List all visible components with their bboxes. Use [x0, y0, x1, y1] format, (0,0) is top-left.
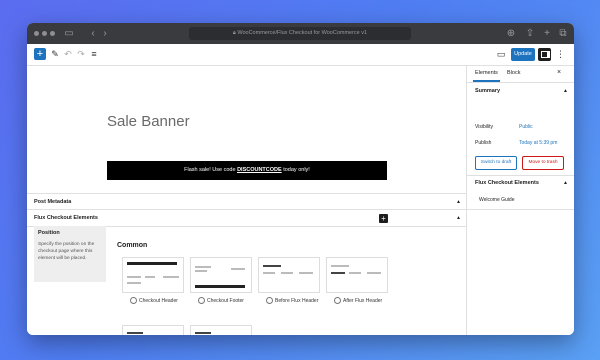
editor-toolbar: + ✎ ↶ ↷ ≡ ▭ Update ⋮: [27, 44, 574, 66]
thumb-line: [145, 276, 155, 278]
settings-panel-button[interactable]: [538, 48, 551, 61]
undo-icon[interactable]: ↶: [62, 48, 74, 60]
flux-elements-heading[interactable]: Flux Checkout Elements: [475, 180, 539, 186]
settings-sidebar: Elements Block × Summary ▲ Visibility Pu…: [467, 66, 574, 335]
add-block-button[interactable]: +: [34, 48, 46, 60]
banner-code: DISCOUNTCODE: [237, 167, 282, 173]
banner-prefix: Flash sale! Use code: [184, 167, 238, 173]
thumb-line: [195, 270, 207, 272]
reader-icon[interactable]: ⊕: [505, 28, 517, 40]
radio-icon[interactable]: [266, 297, 273, 304]
position-panel: Position Specify the position on the che…: [34, 226, 106, 282]
visibility-value[interactable]: Public: [519, 124, 533, 130]
divider: [467, 82, 574, 83]
flash-sale-banner[interactable]: Flash sale! Use code DISCOUNTCODE today …: [107, 161, 387, 180]
preview-icon[interactable]: ▭: [495, 48, 507, 60]
document-overview-icon[interactable]: ≡: [88, 48, 100, 60]
card-thumbnail: [122, 257, 184, 293]
divider: [467, 175, 574, 176]
chevron-up-icon[interactable]: ▲: [456, 194, 461, 210]
browser-window: ▭ ‹ › 🔒︎ WooCommerce/Flux Checkout for W…: [27, 23, 574, 335]
tab-block[interactable]: Block: [507, 70, 520, 76]
card-thumbnail: [190, 325, 252, 335]
position-title: Position: [38, 230, 60, 236]
visibility-label: Visibility: [475, 124, 493, 130]
card-thumbnail: [258, 257, 320, 293]
divider: [467, 209, 574, 210]
redo-icon[interactable]: ↷: [75, 48, 87, 60]
card-label: Before Flux Header: [266, 297, 318, 304]
position-description: Specify the position on the checkout pag…: [38, 242, 95, 261]
post-metadata-label: Post Metadata: [34, 199, 72, 205]
summary-heading[interactable]: Summary: [475, 88, 500, 94]
edit-pencil-icon[interactable]: ✎: [49, 48, 61, 60]
browser-titlebar: ▭ ‹ › 🔒︎ WooCommerce/Flux Checkout for W…: [27, 23, 574, 44]
thumb-line: [281, 272, 293, 274]
card-thumbnail: [326, 257, 388, 293]
thumb-line: [195, 332, 211, 334]
thumb-line: [127, 276, 141, 278]
tab-overview-icon[interactable]: ⧉: [557, 28, 569, 40]
chevron-up-icon[interactable]: ▲: [563, 180, 568, 186]
maximize-window-dot[interactable]: [50, 31, 55, 36]
back-icon[interactable]: ‹: [87, 28, 99, 40]
card-thumbnail: [190, 257, 252, 293]
thumb-line: [195, 266, 211, 268]
sidebar-toggle-icon[interactable]: ▭: [63, 28, 75, 40]
position-card[interactable]: [122, 325, 184, 335]
card-label: Checkout Header: [130, 297, 178, 304]
close-icon[interactable]: ×: [557, 69, 561, 76]
card-thumbnail: [122, 325, 184, 335]
chevron-up-icon[interactable]: ▲: [456, 210, 461, 226]
close-window-dot[interactable]: [34, 31, 39, 36]
switch-to-draft-button[interactable]: Switch to draft: [475, 156, 517, 170]
position-card[interactable]: Checkout Footer: [190, 257, 252, 305]
editor-canvas: Sale Banner Flash sale! Use code DISCOUN…: [27, 66, 467, 335]
thumb-line: [127, 332, 143, 334]
thumb-bar: [195, 285, 245, 288]
thumb-bar: [127, 262, 177, 265]
card-label: Checkout Footer: [198, 297, 244, 304]
publish-value[interactable]: Today at 5:39 pm: [519, 140, 557, 146]
post-title[interactable]: Sale Banner: [107, 113, 190, 130]
thumb-line: [331, 272, 345, 274]
common-heading: Common: [117, 242, 148, 249]
share-icon[interactable]: ⇪: [524, 28, 536, 40]
banner-suffix: today only!: [281, 167, 310, 173]
flux-elements-section[interactable]: Flux Checkout Elements ▲: [27, 209, 466, 227]
radio-icon[interactable]: [334, 297, 341, 304]
position-card[interactable]: [190, 325, 252, 335]
update-button[interactable]: Update: [511, 48, 535, 61]
publish-label: Publish: [475, 140, 492, 146]
tab-elements[interactable]: Elements: [473, 70, 500, 82]
thumb-line: [367, 272, 381, 274]
flux-elements-label: Flux Checkout Elements: [34, 215, 98, 221]
thumb-line: [231, 268, 245, 270]
position-card[interactable]: Checkout Header: [122, 257, 184, 305]
more-options-icon[interactable]: ⋮: [556, 48, 565, 61]
position-card[interactable]: Before Flux Header: [258, 257, 320, 305]
address-bar[interactable]: 🔒︎ WooCommerce/Flux Checkout for WooComm…: [189, 27, 411, 40]
thumb-line: [299, 272, 313, 274]
thumb-line: [349, 272, 361, 274]
minimize-window-dot[interactable]: [42, 31, 47, 36]
move-to-trash-button[interactable]: Move to trash: [522, 156, 564, 170]
radio-icon[interactable]: [198, 297, 205, 304]
thumb-line: [127, 282, 141, 284]
radio-icon[interactable]: [130, 297, 137, 304]
post-metadata-section[interactable]: Post Metadata ▲: [27, 193, 466, 210]
position-card[interactable]: After Flux Header: [326, 257, 388, 305]
thumb-line: [263, 265, 281, 267]
welcome-guide-link[interactable]: Welcome Guide: [479, 197, 514, 203]
thumb-line: [263, 272, 275, 274]
card-label: After Flux Header: [334, 297, 382, 304]
new-tab-icon[interactable]: +: [541, 28, 553, 40]
forward-icon[interactable]: ›: [99, 28, 111, 40]
url-text: WooCommerce/Flux Checkout for WooCommerc…: [237, 30, 368, 36]
thumb-line: [331, 265, 349, 267]
thumb-line: [163, 276, 179, 278]
chevron-up-icon[interactable]: ▲: [563, 88, 568, 94]
